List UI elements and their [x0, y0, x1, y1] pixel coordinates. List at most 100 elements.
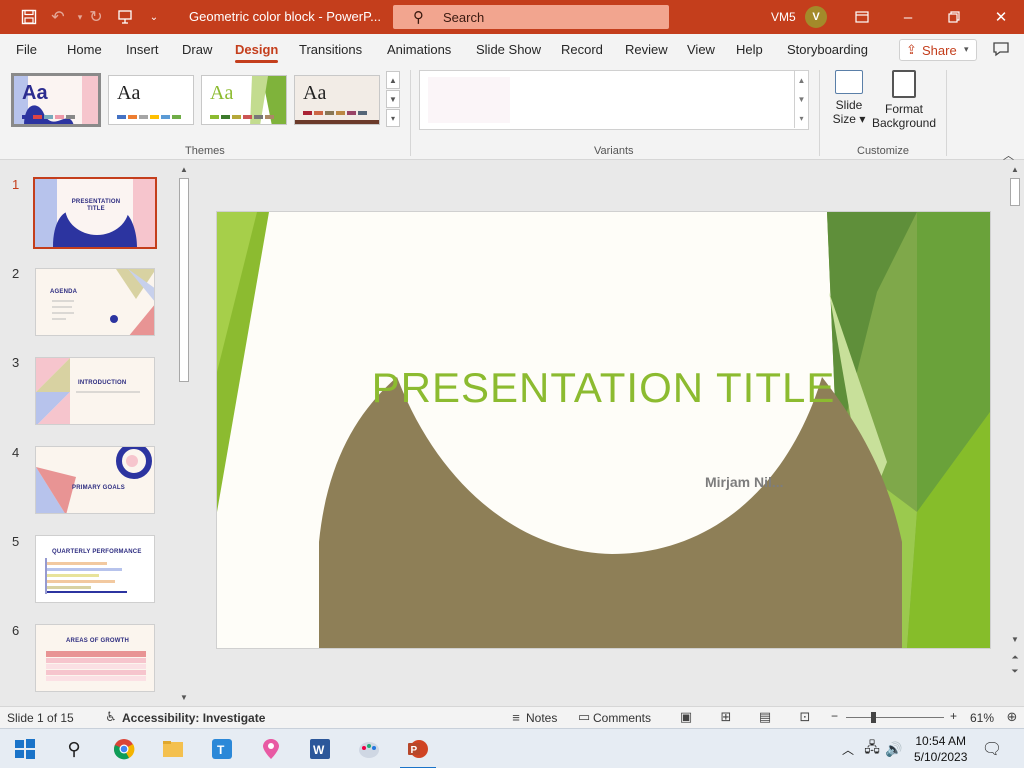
- slide-thumb-4[interactable]: PRIMARY GOALS: [35, 446, 155, 514]
- themes-gallery-scroll[interactable]: ▲ ▼ ▾: [386, 71, 400, 129]
- search-box[interactable]: ⚲ Search: [393, 5, 669, 29]
- variant-more-icon[interactable]: ▾: [794, 109, 808, 128]
- theme-sample-text: Aa: [210, 82, 234, 104]
- tab-help[interactable]: Help: [736, 42, 763, 57]
- theme-sample-text: Aa: [303, 82, 327, 104]
- scroll-down-icon[interactable]: ▼: [1008, 632, 1022, 646]
- search-placeholder: Search: [443, 10, 485, 25]
- format-background-button[interactable]: Format Background: [870, 70, 938, 130]
- slide-thumbnails-pane: 1 PRESENTATION TITLE 2 AGENDA 3 INTRODUC…: [0, 161, 196, 706]
- minimize-icon[interactable]: –: [896, 6, 920, 28]
- notifications-icon[interactable]: 🗨: [980, 737, 1004, 761]
- theme-integral[interactable]: Aa: [294, 75, 380, 125]
- ribbon-display-icon[interactable]: [850, 6, 874, 28]
- avatar[interactable]: V: [805, 6, 827, 28]
- divider: [410, 70, 411, 156]
- zoom-slider-handle[interactable]: [871, 712, 876, 723]
- group-label-customize: Customize: [857, 145, 909, 157]
- variant-thumb[interactable]: [428, 77, 510, 123]
- slide-thumb-5[interactable]: QUARTERLY PERFORMANCE: [35, 535, 155, 603]
- redo-icon[interactable]: ↻: [86, 7, 106, 27]
- search-icon[interactable]: ⚲: [62, 737, 86, 761]
- comments-button[interactable]: Comments: [593, 711, 651, 725]
- fit-to-window-icon[interactable]: ⊕: [1004, 709, 1020, 724]
- variant-down-icon[interactable]: ▼: [794, 90, 808, 109]
- tab-file[interactable]: File: [16, 42, 37, 57]
- close-icon[interactable]: ✕: [989, 6, 1013, 28]
- svg-text:W: W: [313, 743, 325, 757]
- normal-view-icon[interactable]: ▣: [678, 709, 694, 724]
- notes-button[interactable]: Notes: [526, 711, 557, 725]
- slide-thumb-3[interactable]: INTRODUCTION: [35, 357, 155, 425]
- present-icon[interactable]: [115, 7, 135, 27]
- maps-icon[interactable]: [259, 737, 283, 761]
- tab-transitions[interactable]: Transitions: [299, 42, 362, 57]
- tab-draw[interactable]: Draw: [182, 42, 212, 57]
- gallery-more-icon[interactable]: ▾: [386, 109, 400, 127]
- theme-office[interactable]: Aa: [108, 75, 194, 125]
- editor-scrollbar[interactable]: ▲ ▼: [1008, 162, 1022, 648]
- tab-record[interactable]: Record: [561, 42, 603, 57]
- group-label-themes: Themes: [185, 145, 225, 157]
- chrome-icon[interactable]: [112, 737, 136, 761]
- customize-qat-icon[interactable]: ⌄: [144, 7, 164, 27]
- theme-geometric[interactable]: Aa: [11, 73, 101, 127]
- variants-gallery[interactable]: ▲ ▼ ▾: [419, 70, 809, 130]
- undo-icon[interactable]: ↶: [48, 7, 68, 27]
- theme-facet[interactable]: Aa: [201, 75, 287, 125]
- powerpoint-icon[interactable]: P: [400, 737, 436, 768]
- zoom-slider[interactable]: [846, 717, 944, 718]
- zoom-in-icon[interactable]: +: [950, 709, 957, 723]
- tab-slide-show[interactable]: Slide Show: [476, 42, 541, 57]
- format-background-label: Format: [884, 102, 923, 116]
- chevron-up-icon[interactable]: ︿: [836, 737, 860, 761]
- tab-storyboarding[interactable]: Storyboarding: [787, 42, 868, 57]
- save-icon[interactable]: [19, 7, 39, 27]
- restore-icon[interactable]: [942, 6, 966, 28]
- slide-size-button[interactable]: Slide Size ▾: [829, 70, 869, 126]
- reading-view-icon[interactable]: ▤: [757, 709, 773, 724]
- notes-icon[interactable]: ≡: [508, 710, 524, 725]
- network-icon[interactable]: 🖧: [860, 737, 884, 761]
- gallery-down-icon[interactable]: ▼: [386, 90, 400, 108]
- slide-thumb-6[interactable]: AREAS OF GROWTH: [35, 624, 155, 692]
- slide-sorter-icon[interactable]: ⊞: [718, 709, 734, 724]
- slide-title[interactable]: PRESENTATION TITLE: [217, 364, 990, 412]
- file-explorer-icon[interactable]: [161, 737, 185, 761]
- slide-thumb-1[interactable]: PRESENTATION TITLE: [33, 177, 157, 249]
- tab-home[interactable]: Home: [67, 42, 102, 57]
- share-button[interactable]: ⇪ Share ▾: [899, 39, 977, 61]
- zoom-level[interactable]: 61%: [970, 711, 994, 725]
- scroll-up-icon[interactable]: ▲: [1008, 162, 1022, 176]
- accessibility-status[interactable]: Accessibility: Investigate: [122, 711, 265, 725]
- scroll-thumb[interactable]: [1010, 178, 1020, 206]
- tab-animations[interactable]: Animations: [387, 42, 451, 57]
- scroll-up-icon[interactable]: ▲: [177, 162, 191, 176]
- gallery-up-icon[interactable]: ▲: [386, 71, 400, 89]
- variants-scroll[interactable]: ▲ ▼ ▾: [794, 71, 808, 129]
- current-slide[interactable]: PRESENTATION TITLE Mirjam Nil...: [217, 212, 990, 648]
- slide-subtitle[interactable]: Mirjam Nil...: [705, 474, 784, 490]
- accessibility-icon[interactable]: ♿: [103, 709, 119, 724]
- scroll-down-icon[interactable]: ▼: [177, 690, 191, 704]
- slideshow-view-icon[interactable]: ⊡: [797, 709, 813, 724]
- tab-view[interactable]: View: [687, 42, 715, 57]
- taskbar-clock[interactable]: 10:54 AM 5/10/2023: [914, 733, 967, 765]
- previous-slide-icon[interactable]: ⏶: [1008, 650, 1022, 664]
- paint-icon[interactable]: [357, 737, 381, 761]
- zoom-out-icon[interactable]: −: [831, 709, 838, 723]
- scroll-thumb[interactable]: [179, 178, 189, 382]
- volume-icon[interactable]: 🔊: [882, 737, 906, 761]
- slide-thumb-2[interactable]: AGENDA: [35, 268, 155, 336]
- comments-pane-icon[interactable]: [990, 38, 1012, 60]
- comment-icon[interactable]: ▭: [576, 709, 592, 724]
- tab-insert[interactable]: Insert: [126, 42, 159, 57]
- windows-start-icon[interactable]: [13, 737, 37, 761]
- tab-design[interactable]: Design: [235, 42, 279, 63]
- word-icon[interactable]: W: [308, 737, 332, 761]
- thumbnails-scrollbar[interactable]: ▲ ▼: [177, 162, 191, 705]
- variant-up-icon[interactable]: ▲: [794, 71, 808, 90]
- next-slide-icon[interactable]: ⏷: [1008, 664, 1022, 678]
- teams-icon[interactable]: T: [210, 737, 234, 761]
- tab-review[interactable]: Review: [625, 42, 668, 57]
